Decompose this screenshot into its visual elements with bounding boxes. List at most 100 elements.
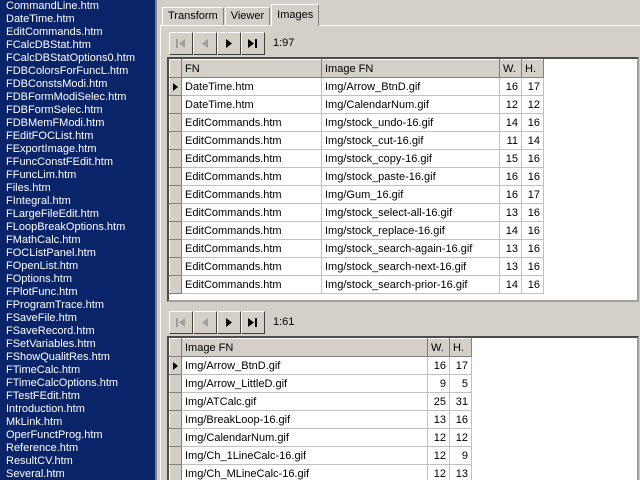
row-indicator[interactable] — [169, 410, 182, 429]
cell-fn[interactable]: EditCommands.htm — [181, 149, 322, 168]
table-row[interactable]: DateTime.htm Img/Arrow_BtnD.gif 16 17 — [169, 77, 544, 96]
cell-height[interactable]: 12 — [521, 95, 544, 114]
cell-image-fn[interactable]: Img/Arrow_BtnD.gif — [321, 77, 500, 96]
col-header-image-fn[interactable]: Image FN — [181, 338, 428, 357]
cell-height[interactable]: 9 — [449, 446, 472, 465]
cell-width[interactable]: 14 — [499, 275, 522, 294]
tab-transform[interactable]: Transform — [162, 7, 224, 26]
cell-fn[interactable]: EditCommands.htm — [181, 131, 322, 150]
row-indicator[interactable] — [169, 275, 182, 294]
cell-image-fn[interactable]: Img/ATCalc.gif — [181, 392, 428, 411]
first-record-icon[interactable] — [169, 310, 193, 334]
cell-height[interactable]: 16 — [521, 239, 544, 258]
row-indicator[interactable] — [169, 221, 182, 240]
cell-height[interactable]: 16 — [521, 149, 544, 168]
file-list-item[interactable]: EditCommands.htm — [0, 26, 155, 39]
file-list-item[interactable]: CommandLine.htm — [0, 0, 155, 13]
file-list-item[interactable]: FMathCalc.htm — [0, 234, 155, 247]
col-header-width[interactable]: W. — [499, 59, 522, 78]
cell-height[interactable]: 16 — [449, 410, 472, 429]
cell-width[interactable]: 12 — [427, 464, 450, 480]
cell-fn[interactable]: DateTime.htm — [181, 77, 322, 96]
cell-width[interactable]: 13 — [427, 410, 450, 429]
table-row[interactable]: EditCommands.htm Img/stock_replace-16.gif… — [169, 221, 544, 240]
cell-image-fn[interactable]: Img/stock_replace-16.gif — [321, 221, 500, 240]
table-row[interactable]: EditCommands.htm Img/stock_undo-16.gif 14 1… — [169, 113, 544, 132]
file-list-item[interactable]: FCalcDBStat.htm — [0, 39, 155, 52]
cell-fn[interactable]: EditCommands.htm — [181, 203, 322, 222]
table-row[interactable]: EditCommands.htm Img/stock_copy-16.gif 15 1… — [169, 149, 544, 168]
file-list-item[interactable]: FLargeFileEdit.htm — [0, 208, 155, 221]
cell-height[interactable]: 14 — [521, 131, 544, 150]
table-row[interactable]: Img/Ch_MLineCalc-16.gif 12 13 — [169, 464, 472, 480]
cell-width[interactable]: 11 — [499, 131, 522, 150]
file-list-item[interactable]: Reference.htm — [0, 442, 155, 455]
cell-fn[interactable]: EditCommands.htm — [181, 113, 322, 132]
table-row[interactable]: Img/CalendarNum.gif 12 12 — [169, 428, 472, 447]
table-row[interactable]: EditCommands.htm Img/stock_cut-16.gif 11 14 — [169, 131, 544, 150]
row-indicator[interactable] — [169, 446, 182, 465]
table-row[interactable]: EditCommands.htm Img/stock_search-prior-1… — [169, 275, 544, 294]
cell-width[interactable]: 12 — [427, 446, 450, 465]
file-list-item[interactable]: FDBConstsModi.htm — [0, 78, 155, 91]
cell-image-fn[interactable]: Img/Ch_MLineCalc-16.gif — [181, 464, 428, 480]
cell-fn[interactable]: EditCommands.htm — [181, 239, 322, 258]
cell-fn[interactable]: EditCommands.htm — [181, 257, 322, 276]
cell-height[interactable]: 16 — [521, 203, 544, 222]
cell-height[interactable]: 16 — [521, 221, 544, 240]
cell-image-fn[interactable]: Img/stock_copy-16.gif — [321, 149, 500, 168]
cell-width[interactable]: 12 — [499, 95, 522, 114]
table-row[interactable]: Img/ATCalc.gif 25 31 — [169, 392, 472, 411]
cell-width[interactable]: 25 — [427, 392, 450, 411]
file-list-item[interactable]: FSetVariables.htm — [0, 338, 155, 351]
cell-width[interactable]: 12 — [427, 428, 450, 447]
file-list-item[interactable]: OperFunctProg.htm — [0, 429, 155, 442]
file-list-item[interactable]: FSaveFile.htm — [0, 312, 155, 325]
last-record-icon[interactable] — [241, 310, 265, 334]
file-list-item[interactable]: FDBMemFModi.htm — [0, 117, 155, 130]
prior-record-icon[interactable] — [193, 310, 217, 334]
table-row[interactable]: DateTime.htm Img/CalendarNum.gif 12 12 — [169, 95, 544, 114]
current-row-pointer-icon[interactable] — [169, 356, 182, 375]
cell-fn[interactable]: EditCommands.htm — [181, 275, 322, 294]
table-row[interactable]: Img/Arrow_BtnD.gif 16 17 — [169, 356, 472, 375]
file-list-item[interactable]: FCalcDBStatOptions0.htm — [0, 52, 155, 65]
file-list-item[interactable]: FTimeCalc.htm — [0, 364, 155, 377]
cell-fn[interactable]: EditCommands.htm — [181, 221, 322, 240]
file-list-item[interactable]: Files.htm — [0, 182, 155, 195]
cell-image-fn[interactable]: Img/CalendarNum.gif — [321, 95, 500, 114]
row-indicator[interactable] — [169, 149, 182, 168]
cell-image-fn[interactable]: Img/Ch_1LineCalc-16.gif — [181, 446, 428, 465]
file-list-item[interactable]: MkLink.htm — [0, 416, 155, 429]
file-list-item[interactable]: FDBColorsForFuncL.htm — [0, 65, 155, 78]
file-list-item[interactable]: Introduction.htm — [0, 403, 155, 416]
cell-height[interactable]: 16 — [521, 275, 544, 294]
cell-height[interactable]: 13 — [449, 464, 472, 480]
file-list-item[interactable]: FEditFOCList.htm — [0, 130, 155, 143]
col-header-height[interactable]: H. — [521, 59, 544, 78]
cell-image-fn[interactable]: Img/stock_select-all-16.gif — [321, 203, 500, 222]
col-header-width[interactable]: W. — [427, 338, 450, 357]
cell-image-fn[interactable]: Img/stock_search-next-16.gif — [321, 257, 500, 276]
col-header-height[interactable]: H. — [449, 338, 472, 357]
table-row[interactable]: EditCommands.htm Img/stock_search-next-16… — [169, 257, 544, 276]
file-list-item[interactable]: FOCListPanel.htm — [0, 247, 155, 260]
file-list-item[interactable]: FTimeCalcOptions.htm — [0, 377, 155, 390]
cell-height[interactable]: 16 — [521, 113, 544, 132]
table-row[interactable]: EditCommands.htm Img/stock_paste-16.gif 16… — [169, 167, 544, 186]
cell-width[interactable]: 16 — [499, 77, 522, 96]
cell-width[interactable]: 16 — [499, 185, 522, 204]
next-record-icon[interactable] — [217, 31, 241, 55]
current-row-pointer-icon[interactable] — [169, 77, 182, 96]
file-list-item[interactable]: DateTime.htm — [0, 13, 155, 26]
file-list[interactable]: CommandLine.htm DateTime.htm EditCommands.… — [0, 0, 157, 480]
cell-fn[interactable]: DateTime.htm — [181, 95, 322, 114]
cell-image-fn[interactable]: Img/Gum_16.gif — [321, 185, 500, 204]
cell-height[interactable]: 16 — [521, 167, 544, 186]
file-list-item[interactable]: Several.htm — [0, 468, 155, 480]
file-list-item[interactable]: FLoopBreakOptions.htm — [0, 221, 155, 234]
row-indicator[interactable] — [169, 392, 182, 411]
col-header-image-fn[interactable]: Image FN — [321, 59, 500, 78]
table-row[interactable]: EditCommands.htm Img/stock_search-again-1… — [169, 239, 544, 258]
row-indicator[interactable] — [169, 203, 182, 222]
